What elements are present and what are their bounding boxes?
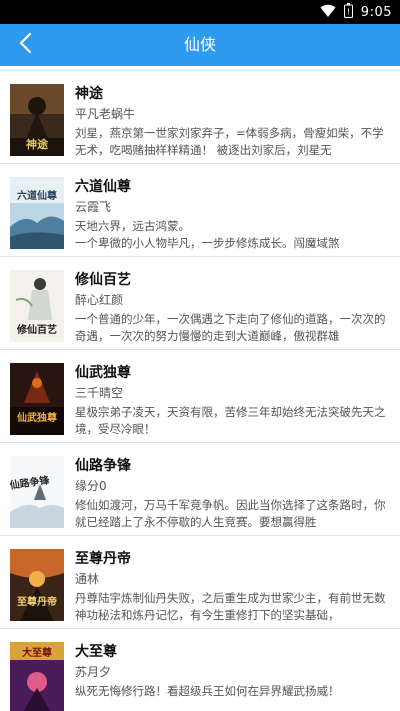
book-item[interactable]: 至尊丹帝 至尊丹帝 通林 丹尊陆宇炼制仙丹失败，之后重生成为世家少主，有前世无数… xyxy=(0,536,400,629)
cover-title: 仙武独尊 xyxy=(17,411,57,424)
book-author: 缘分0 xyxy=(75,479,107,493)
book-info: 仙武独尊 三千晴空 星极宗弟子凌天，天资有限，苦修三年却始终无法突破先天之境，受… xyxy=(75,363,390,438)
cover-title: 至尊丹帝 xyxy=(17,595,57,608)
cover-title: 大至尊 xyxy=(22,646,52,659)
book-title: 至尊丹帝 xyxy=(75,551,131,567)
book-item[interactable]: 修仙百艺 修仙百艺 醉心红颜 一个普通的少年，一次偶遇之下走向了修仙的道路，一次… xyxy=(0,257,400,350)
book-description: 一个普通的少年，一次偶遇之下走向了修仙的道路，一次次的奇遇，一次次的努力慢慢的走… xyxy=(75,312,386,343)
app-bar: 仙侠 xyxy=(0,24,400,66)
book-list[interactable]: 神途 神途 平凡老蜗牛 刘星，燕京第一世家刘家弃子，=体弱多病，骨瘦如柴，不学无… xyxy=(0,66,400,711)
book-description: 丹尊陆宇炼制仙丹失败，之后重生成为世家少主，有前世无数神功秘法和炼丹记忆，有今生… xyxy=(75,591,386,622)
book-item[interactable]: 仙路争锋 仙路争锋 缘分0 修仙如渡河，万马千军竞争帆。因此当你选择了这条路时，… xyxy=(0,443,400,536)
status-bar: ! 9:05 xyxy=(0,0,400,24)
book-author: 平凡老蜗牛 xyxy=(75,107,136,121)
book-cover: 修仙百艺 xyxy=(10,270,64,342)
svg-text:!: ! xyxy=(347,7,350,16)
book-description: 星极宗弟子凌天，天资有限，苦修三年却始终无法突破先天之境，受尽冷眼！ xyxy=(75,405,386,436)
book-item[interactable]: 神途 神途 平凡老蜗牛 刘星，燕京第一世家刘家弃子，=体弱多病，骨瘦如柴，不学无… xyxy=(0,71,400,164)
book-author: 醉心红颜 xyxy=(75,293,124,307)
book-info: 修仙百艺 醉心红颜 一个普通的少年，一次偶遇之下走向了修仙的道路，一次次的奇遇，… xyxy=(75,270,390,345)
book-cover: 六道仙尊 xyxy=(10,177,64,249)
battery-icon: ! xyxy=(343,2,353,22)
book-author: 三千晴空 xyxy=(75,386,124,400)
book-description: 修仙如渡河，万马千军竞争帆。因此当你选择了这条路时，你就已经踏上了永不停歇的人生… xyxy=(75,498,386,529)
book-cover: 大至尊 xyxy=(10,642,64,711)
book-description: 天地六界，远古鸿蒙。 一个卑微的小人物毕凡，一步步修炼成长。闯魔域煞 xyxy=(75,219,340,250)
book-item[interactable]: 大至尊 大至尊 苏月夕 纵死无悔修行路！看超级兵王如何在异界耀武扬威！ xyxy=(0,629,400,711)
book-title: 仙武独尊 xyxy=(75,365,131,381)
book-info: 仙路争锋 缘分0 修仙如渡河，万马千军竞争帆。因此当你选择了这条路时，你就已经踏… xyxy=(75,456,390,531)
book-cover: 仙武独尊 xyxy=(10,363,64,435)
book-author: 通林 xyxy=(75,572,100,586)
book-title: 仙路争锋 xyxy=(75,458,131,474)
book-cover: 仙路争锋 xyxy=(10,456,64,528)
book-title: 神途 xyxy=(75,86,103,102)
book-info: 六道仙尊 云霞飞 天地六界，远古鸿蒙。 一个卑微的小人物毕凡，一步步修炼成长。闯… xyxy=(75,177,390,252)
cover-title: 神途 xyxy=(26,137,49,151)
book-author: 苏月夕 xyxy=(75,665,112,679)
cover-title: 修仙百艺 xyxy=(16,323,57,336)
book-info: 神途 平凡老蜗牛 刘星，燕京第一世家刘家弃子，=体弱多病，骨瘦如柴，不学无术，吃… xyxy=(75,84,390,159)
book-description: 纵死无悔修行路！看超级兵王如何在异界耀武扬威！ xyxy=(75,684,340,698)
book-title: 六道仙尊 xyxy=(75,179,131,195)
book-title: 修仙百艺 xyxy=(75,272,131,288)
status-icons: ! 9:05 xyxy=(320,0,392,24)
book-cover: 至尊丹帝 xyxy=(10,549,64,621)
book-cover: 神途 xyxy=(10,84,64,156)
wifi-icon xyxy=(320,3,336,22)
book-item[interactable]: 六道仙尊 六道仙尊 云霞飞 天地六界，远古鸿蒙。 一个卑微的小人物毕凡，一步步修… xyxy=(0,164,400,257)
book-info: 至尊丹帝 通林 丹尊陆宇炼制仙丹失败，之后重生成为世家少主，有前世无数神功秘法和… xyxy=(75,549,390,624)
book-description: 刘星，燕京第一世家刘家弃子，=体弱多病，骨瘦如柴，不学无术，吃喝赌抽样样精通！ … xyxy=(75,126,384,157)
book-author: 云霞飞 xyxy=(75,200,112,214)
cover-title: 六道仙尊 xyxy=(17,189,57,202)
book-title: 大至尊 xyxy=(75,644,117,660)
book-info: 大至尊 苏月夕 纵死无悔修行路！看超级兵王如何在异界耀武扬威！ xyxy=(75,642,390,711)
status-time: 9:05 xyxy=(360,4,392,20)
page-title: 仙侠 xyxy=(183,35,216,54)
book-item[interactable]: 仙武独尊 仙武独尊 三千晴空 星极宗弟子凌天，天资有限，苦修三年却始终无法突破先… xyxy=(0,350,400,443)
